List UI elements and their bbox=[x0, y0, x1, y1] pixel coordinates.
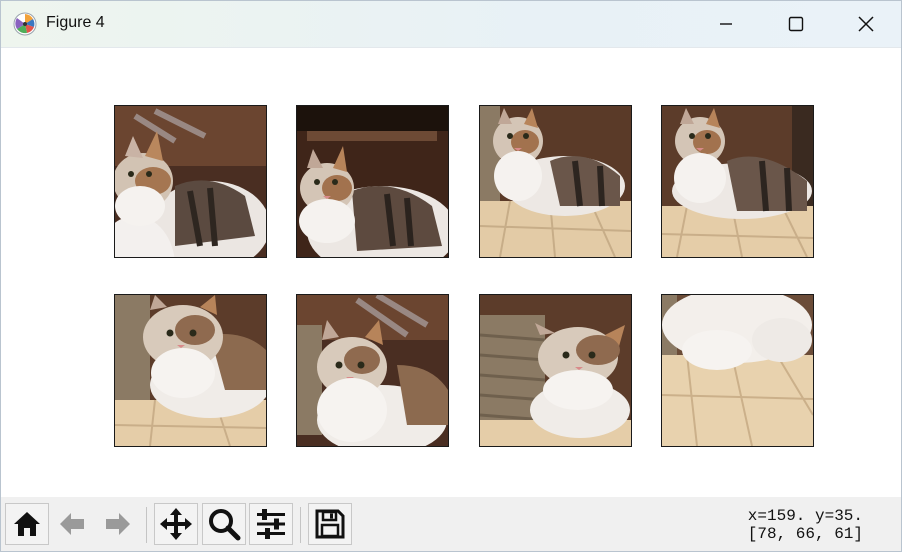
pan-button[interactable] bbox=[154, 503, 198, 545]
back-arrow-icon bbox=[60, 513, 84, 535]
cursor-coordinates: x=159. y=35. [78, 66, 61] bbox=[748, 507, 863, 543]
floppy-disk-icon bbox=[315, 509, 345, 539]
image-tile-5[interactable] bbox=[114, 294, 267, 447]
image-tile-1[interactable] bbox=[114, 105, 267, 258]
sliders-icon bbox=[257, 509, 285, 539]
minimize-icon bbox=[720, 23, 732, 25]
window-title: Figure 4 bbox=[46, 14, 105, 31]
save-button[interactable] bbox=[308, 503, 352, 545]
minimize-button[interactable] bbox=[691, 1, 761, 47]
move-icon bbox=[160, 508, 192, 540]
coords-pixel-value: [78, 66, 61] bbox=[747, 525, 863, 543]
navigation-toolbar: x=159. y=35. [78, 66, 61] bbox=[1, 497, 901, 551]
coords-position: x=159. y=35. bbox=[747, 507, 863, 525]
close-button[interactable] bbox=[831, 1, 901, 47]
image-tile-2[interactable] bbox=[296, 105, 449, 258]
matplotlib-icon bbox=[13, 12, 37, 36]
back-button[interactable] bbox=[50, 503, 94, 545]
magnifier-icon bbox=[209, 509, 241, 541]
forward-button[interactable] bbox=[96, 503, 140, 545]
figure-window: Figure 4 x=159. y=35. [78, 66, 61] bbox=[0, 0, 902, 552]
configure-subplots-button[interactable] bbox=[249, 503, 293, 545]
image-tile-3[interactable] bbox=[479, 105, 632, 258]
maximize-button[interactable] bbox=[761, 1, 831, 47]
home-icon bbox=[14, 512, 40, 536]
toolbar-separator bbox=[300, 507, 301, 543]
toolbar-separator bbox=[146, 507, 147, 543]
home-button[interactable] bbox=[5, 503, 49, 545]
zoom-button[interactable] bbox=[202, 503, 246, 545]
maximize-icon bbox=[788, 16, 804, 32]
figure-canvas[interactable] bbox=[1, 48, 901, 497]
image-tile-8[interactable] bbox=[661, 294, 814, 447]
image-tile-6[interactable] bbox=[296, 294, 449, 447]
image-tile-4[interactable] bbox=[661, 105, 814, 258]
title-bar[interactable]: Figure 4 bbox=[1, 1, 901, 48]
image-tile-7[interactable] bbox=[479, 294, 632, 447]
forward-arrow-icon bbox=[106, 513, 130, 535]
close-icon bbox=[858, 16, 874, 32]
